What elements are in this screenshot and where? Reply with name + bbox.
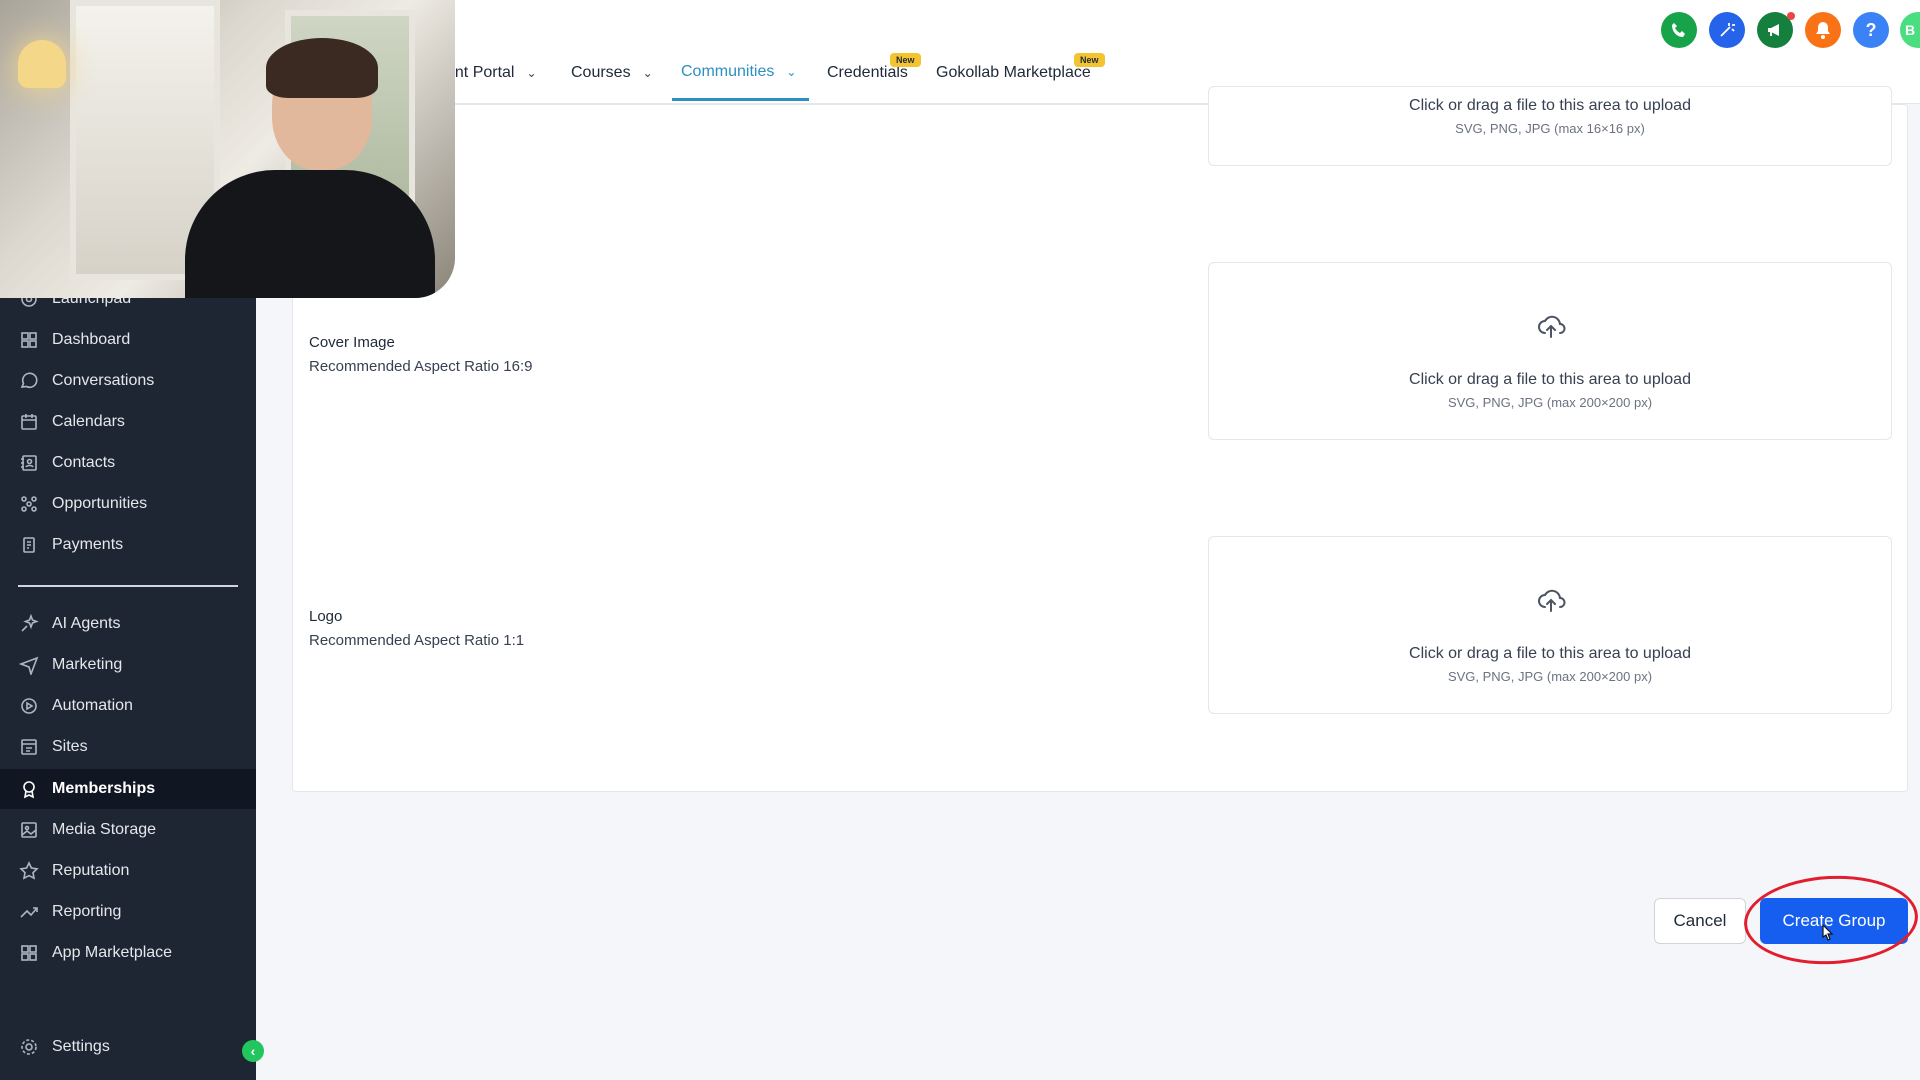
tab-label: Courses — [571, 64, 631, 81]
sidebar-item-label: Reputation — [52, 862, 130, 879]
magic-button[interactable] — [1709, 12, 1745, 48]
tab-courses[interactable]: Courses ⌄ — [571, 64, 653, 82]
upload-instructions: Click or drag a file to this area to upl… — [1409, 97, 1691, 114]
chevron-down-icon: ⌄ — [642, 66, 653, 80]
sidebar-item-label: Settings — [52, 1038, 110, 1055]
calendar-icon — [18, 411, 40, 433]
award-icon — [18, 778, 40, 800]
cloud-upload-icon — [1535, 585, 1567, 617]
sidebar-divider — [18, 585, 238, 587]
cloud-upload-icon — [1535, 311, 1567, 343]
favicon-upload-dropzone[interactable]: Click or drag a file to this area to upl… — [1208, 86, 1892, 166]
sidebar-item-automation[interactable]: Automation — [18, 689, 238, 723]
sparkle-icon — [18, 613, 40, 635]
notification-dot — [1787, 12, 1795, 20]
sidebar-item-reporting[interactable]: Reporting — [18, 895, 238, 929]
sidebar-collapse-button[interactable]: ‹ — [242, 1040, 264, 1062]
sidebar-item-reputation[interactable]: Reputation — [18, 854, 238, 888]
sidebar-item-label: Calendars — [52, 413, 125, 430]
pointer-cursor-icon — [1822, 924, 1834, 941]
avatar-initial: B — [1905, 22, 1916, 38]
tab-communities[interactable]: Communities ⌄ — [681, 63, 796, 81]
sidebar-item-label: Conversations — [52, 372, 155, 389]
sidebar-item-label: Opportunities — [52, 495, 148, 512]
notifications-button[interactable] — [1805, 12, 1841, 48]
sidebar-item-marketing[interactable]: Marketing — [18, 648, 238, 682]
image-icon — [18, 819, 40, 841]
megaphone-icon — [1765, 20, 1785, 40]
sidebar-item-contacts[interactable]: Contacts — [18, 446, 238, 480]
sidebar-item-label: Payments — [52, 536, 124, 553]
chevron-down-icon: ⌄ — [786, 65, 797, 79]
grid-icon — [18, 329, 40, 351]
sidebar-item-sites[interactable]: Sites — [18, 730, 238, 764]
cover-image-upload-dropzone[interactable]: Click or drag a file to this area to upl… — [1208, 262, 1892, 440]
sidebar-item-label: Memberships — [52, 780, 156, 797]
magic-wand-icon — [1717, 20, 1737, 40]
cover-image-hint: Recommended Aspect Ratio 16:9 — [309, 358, 533, 375]
help-button[interactable]: ? — [1853, 12, 1889, 48]
star-icon — [18, 860, 40, 882]
sidebar-item-dashboard[interactable]: Dashboard — [18, 323, 238, 357]
tab-label: ent Portal — [446, 64, 515, 81]
sidebar-item-label: Marketing — [52, 656, 123, 673]
sidebar-item-opportunities[interactable]: Opportunities — [18, 487, 238, 521]
tab-gokollab-marketplace[interactable]: Gokollab Marketplace — [936, 64, 1091, 82]
sidebar-item-conversations[interactable]: Conversations — [18, 364, 238, 398]
webcam-overlay — [0, 0, 455, 298]
bell-icon — [1813, 20, 1833, 40]
sidebar-item-ai-agents[interactable]: AI Agents — [18, 607, 238, 641]
send-icon — [18, 654, 40, 676]
cancel-button[interactable]: Cancel — [1654, 898, 1746, 944]
phone-icon — [1669, 20, 1689, 40]
sidebar-item-label: App Marketplace — [52, 944, 173, 961]
sites-icon — [18, 736, 40, 758]
cover-image-label: Cover Image — [309, 334, 395, 351]
tab-client-portal[interactable]: ent Portal ⌄ — [446, 64, 537, 82]
active-tab-indicator — [672, 98, 809, 101]
help-icon: ? — [1865, 19, 1877, 40]
new-badge: New — [890, 53, 921, 67]
automation-icon — [18, 695, 40, 717]
chevron-left-icon: ‹ — [250, 1043, 256, 1059]
payments-icon — [18, 534, 40, 556]
chat-icon — [18, 370, 40, 392]
tab-label: Gokollab Marketplace — [936, 64, 1091, 81]
sidebar-item-app-marketplace[interactable]: App Marketplace — [18, 936, 238, 970]
upload-instructions: Click or drag a file to this area to upl… — [1409, 371, 1691, 388]
sidebar-item-label: Dashboard — [52, 331, 131, 348]
opportunities-icon — [18, 493, 40, 515]
tab-label: Communities — [681, 63, 775, 80]
trend-icon — [18, 901, 40, 923]
sidebar-item-label: Media Storage — [52, 821, 157, 838]
new-badge: New — [1074, 53, 1105, 67]
sidebar-item-payments[interactable]: Payments — [18, 528, 238, 562]
sidebar-item-memberships[interactable]: Memberships — [0, 769, 256, 809]
logo-label: Logo — [309, 608, 343, 625]
sidebar-item-media-storage[interactable]: Media Storage — [18, 813, 238, 847]
upload-file-requirements: SVG, PNG, JPG (max 16×16 px) — [1455, 121, 1645, 136]
sidebar-item-label: AI Agents — [52, 615, 121, 632]
gear-icon — [18, 1036, 40, 1058]
upload-file-requirements: SVG, PNG, JPG (max 200×200 px) — [1447, 395, 1653, 410]
logo-upload-dropzone[interactable]: Click or drag a file to this area to upl… — [1208, 536, 1892, 714]
sidebar-item-settings[interactable]: Settings — [18, 1030, 238, 1064]
sidebar-item-calendars[interactable]: Calendars — [18, 405, 238, 439]
sidebar-item-label: Reporting — [52, 903, 122, 920]
phone-button[interactable] — [1661, 12, 1697, 48]
upload-instructions: Click or drag a file to this area to upl… — [1409, 645, 1691, 662]
sidebar-item-label: Contacts — [52, 454, 116, 471]
sidebar-item-label: Automation — [52, 697, 133, 714]
logo-hint: Recommended Aspect Ratio 1:1 — [309, 632, 525, 649]
chevron-down-icon: ⌄ — [526, 66, 537, 80]
sidebar-item-label: Sites — [52, 738, 88, 755]
apps-icon — [18, 942, 40, 964]
contacts-icon — [18, 452, 40, 474]
upload-file-requirements: SVG, PNG, JPG (max 200×200 px) — [1447, 669, 1653, 684]
